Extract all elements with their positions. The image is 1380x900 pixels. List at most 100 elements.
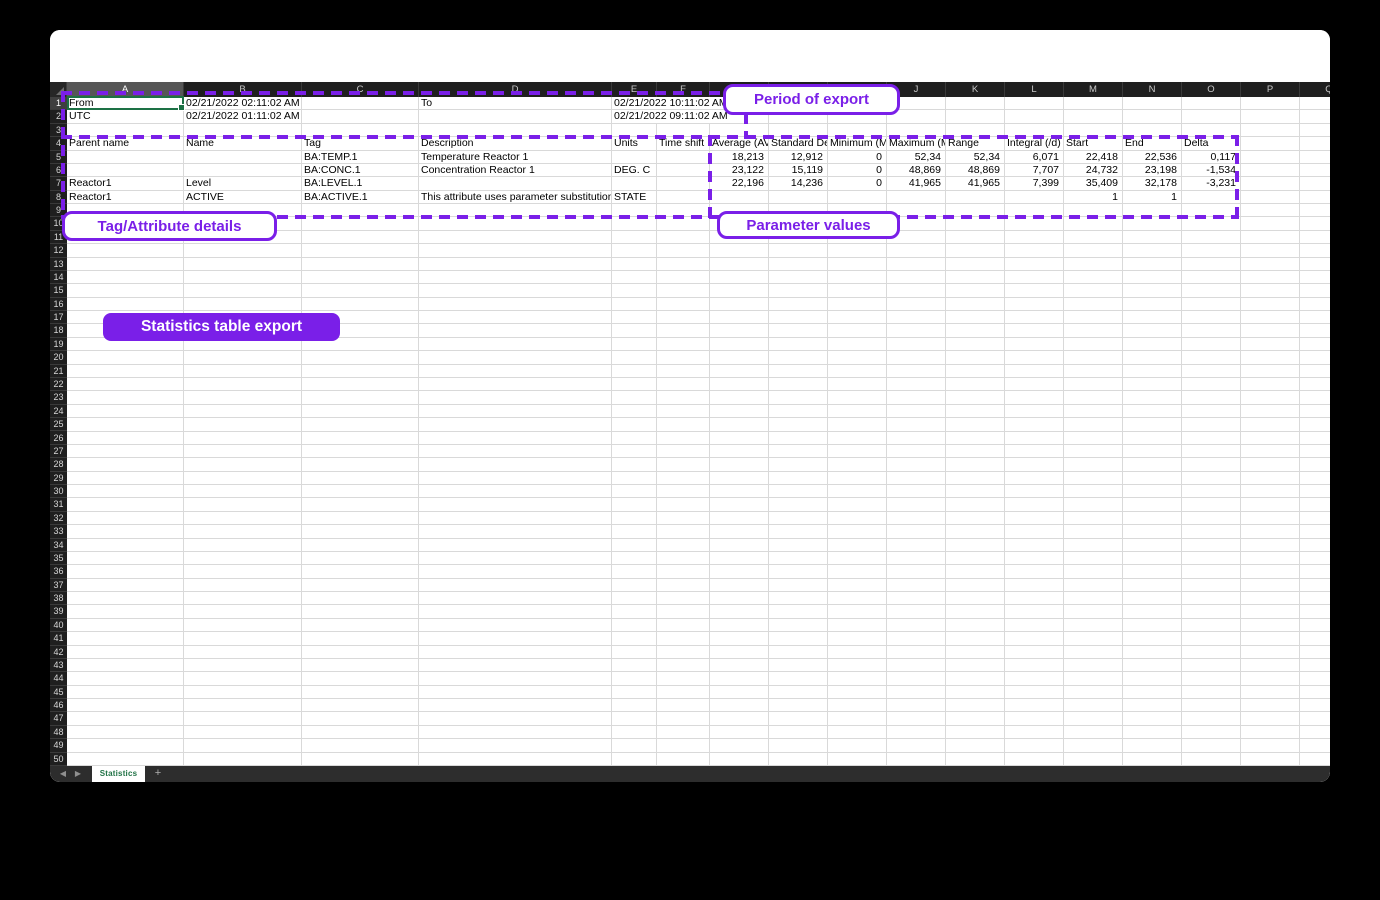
cell-C6[interactable]: BA:CONC.1: [302, 164, 363, 176]
cell-B1[interactable]: 02/21/2022 02:11:02 AM: [184, 97, 302, 109]
column-header-O[interactable]: O: [1182, 82, 1241, 97]
cell-J6[interactable]: 48,869: [887, 164, 945, 176]
cell-D5[interactable]: Temperature Reactor 1: [419, 151, 530, 163]
column-header-Q[interactable]: Q: [1300, 82, 1330, 97]
row-header-23[interactable]: 23: [50, 391, 67, 404]
row-header-44[interactable]: 44: [50, 672, 67, 685]
row-header-21[interactable]: 21: [50, 365, 67, 378]
row-header-38[interactable]: 38: [50, 592, 67, 605]
row-header-26[interactable]: 26: [50, 432, 67, 445]
row-header-34[interactable]: 34: [50, 539, 67, 552]
cell-I7[interactable]: 0: [828, 177, 886, 189]
row-header-30[interactable]: 30: [50, 485, 67, 498]
row-header-13[interactable]: 13: [50, 258, 67, 271]
cell-K7[interactable]: 41,965: [946, 177, 1004, 189]
cell-N5[interactable]: 22,536: [1123, 151, 1181, 163]
cell-O7[interactable]: -3,231: [1182, 177, 1240, 189]
row-header-48[interactable]: 48: [50, 726, 67, 739]
row-header-20[interactable]: 20: [50, 351, 67, 364]
cell-L6[interactable]: 7,707: [1005, 164, 1063, 176]
cell-M8[interactable]: 1: [1064, 191, 1122, 203]
column-header-M[interactable]: M: [1064, 82, 1123, 97]
column-header-K[interactable]: K: [946, 82, 1005, 97]
row-header-40[interactable]: 40: [50, 619, 67, 632]
cell-B2[interactable]: 02/21/2022 01:11:02 AM: [184, 110, 302, 122]
cell-G6[interactable]: 23,122: [710, 164, 768, 176]
cell-E6[interactable]: DEG. C: [612, 164, 652, 176]
cell-O5[interactable]: 0,117: [1182, 151, 1240, 163]
row-header-32[interactable]: 32: [50, 512, 67, 525]
cell-E8[interactable]: STATE: [612, 191, 648, 203]
cell-C7[interactable]: BA:LEVEL.1: [302, 177, 364, 189]
row-header-17[interactable]: 17: [50, 311, 67, 324]
cell-J7[interactable]: 41,965: [887, 177, 945, 189]
cell-G7[interactable]: 22,196: [710, 177, 768, 189]
cell-B7[interactable]: Level: [184, 177, 213, 189]
row-header-19[interactable]: 19: [50, 338, 67, 351]
cell-M6[interactable]: 24,732: [1064, 164, 1122, 176]
row-header-46[interactable]: 46: [50, 699, 67, 712]
cell-E1[interactable]: 02/21/2022 10:11:02 AM: [612, 97, 730, 109]
cell-L5[interactable]: 6,071: [1005, 151, 1063, 163]
row-header-28[interactable]: 28: [50, 458, 67, 471]
row-header-42[interactable]: 42: [50, 646, 67, 659]
cell-E2[interactable]: 02/21/2022 09:11:02 AM: [612, 110, 730, 122]
cell-K6[interactable]: 48,869: [946, 164, 1004, 176]
cell-N8[interactable]: 1: [1123, 191, 1181, 203]
cell-O6[interactable]: -1,534: [1182, 164, 1240, 176]
cell-D6[interactable]: Concentration Reactor 1: [419, 164, 537, 176]
row-header-27[interactable]: 27: [50, 445, 67, 458]
selected-cell-outline[interactable]: [67, 96, 184, 110]
cell-G5[interactable]: 18,213: [710, 151, 768, 163]
row-header-31[interactable]: 31: [50, 498, 67, 511]
sheet-nav-left-icon[interactable]: ◀: [56, 766, 70, 782]
row-header-35[interactable]: 35: [50, 552, 67, 565]
cell-A7[interactable]: Reactor1: [67, 177, 114, 189]
column-header-L[interactable]: L: [1005, 82, 1064, 97]
cell-M5[interactable]: 22,418: [1064, 151, 1122, 163]
row-header-49[interactable]: 49: [50, 739, 67, 752]
cell-K5[interactable]: 52,34: [946, 151, 1004, 163]
cell-B8[interactable]: ACTIVE: [184, 191, 226, 203]
sheet-grid[interactable]: From02/21/2022 02:11:02 AMTo02/21/2022 1…: [50, 97, 1330, 766]
row-header-45[interactable]: 45: [50, 686, 67, 699]
cell-J5[interactable]: 52,34: [887, 151, 945, 163]
row-header-22[interactable]: 22: [50, 378, 67, 391]
add-sheet-button[interactable]: +: [150, 766, 166, 782]
row-header-14[interactable]: 14: [50, 271, 67, 284]
row-header-39[interactable]: 39: [50, 605, 67, 618]
sheet-tab-statistics[interactable]: Statistics: [92, 766, 145, 782]
row-header-15[interactable]: 15: [50, 284, 67, 297]
cell-H5[interactable]: 12,912: [769, 151, 827, 163]
row-header-24[interactable]: 24: [50, 405, 67, 418]
row-header-25[interactable]: 25: [50, 418, 67, 431]
row-header-43[interactable]: 43: [50, 659, 67, 672]
column-header-P[interactable]: P: [1241, 82, 1300, 97]
cell-H7[interactable]: 14,236: [769, 177, 827, 189]
row-header-37[interactable]: 37: [50, 579, 67, 592]
cell-C5[interactable]: BA:TEMP.1: [302, 151, 360, 163]
row-header-12[interactable]: 12: [50, 244, 67, 257]
cell-A2[interactable]: UTC: [67, 110, 93, 122]
row-header-29[interactable]: 29: [50, 472, 67, 485]
fill-handle[interactable]: [178, 104, 185, 111]
cell-M7[interactable]: 35,409: [1064, 177, 1122, 189]
cell-I6[interactable]: 0: [828, 164, 886, 176]
column-header-N[interactable]: N: [1123, 82, 1182, 97]
row-header-47[interactable]: 47: [50, 712, 67, 725]
row-header-50[interactable]: 50: [50, 753, 67, 766]
cell-L7[interactable]: 7,399: [1005, 177, 1063, 189]
row-header-36[interactable]: 36: [50, 565, 67, 578]
row-header-41[interactable]: 41: [50, 632, 67, 645]
cell-A8[interactable]: Reactor1: [67, 191, 114, 203]
row-header-33[interactable]: 33: [50, 525, 67, 538]
sheet-nav-right-icon[interactable]: ▶: [71, 766, 85, 782]
cell-H6[interactable]: 15,119: [769, 164, 827, 176]
cell-D8[interactable]: This attribute uses parameter substituti…: [419, 191, 611, 203]
cell-D1[interactable]: To: [419, 97, 434, 109]
cell-N7[interactable]: 32,178: [1123, 177, 1181, 189]
row-header-18[interactable]: 18: [50, 324, 67, 337]
cell-I5[interactable]: 0: [828, 151, 886, 163]
row-header-16[interactable]: 16: [50, 298, 67, 311]
cell-C8[interactable]: BA:ACTIVE.1: [302, 191, 370, 203]
